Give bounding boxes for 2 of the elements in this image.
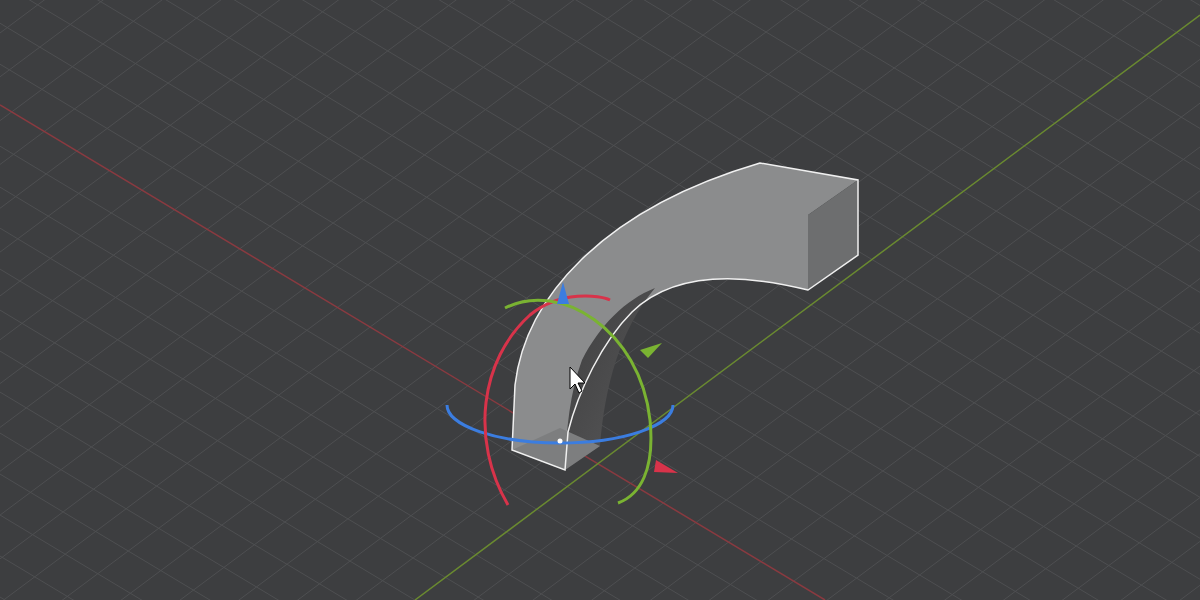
rotate-gizmo-drawing[interactable] xyxy=(445,282,678,506)
cursor-icon xyxy=(569,366,586,394)
